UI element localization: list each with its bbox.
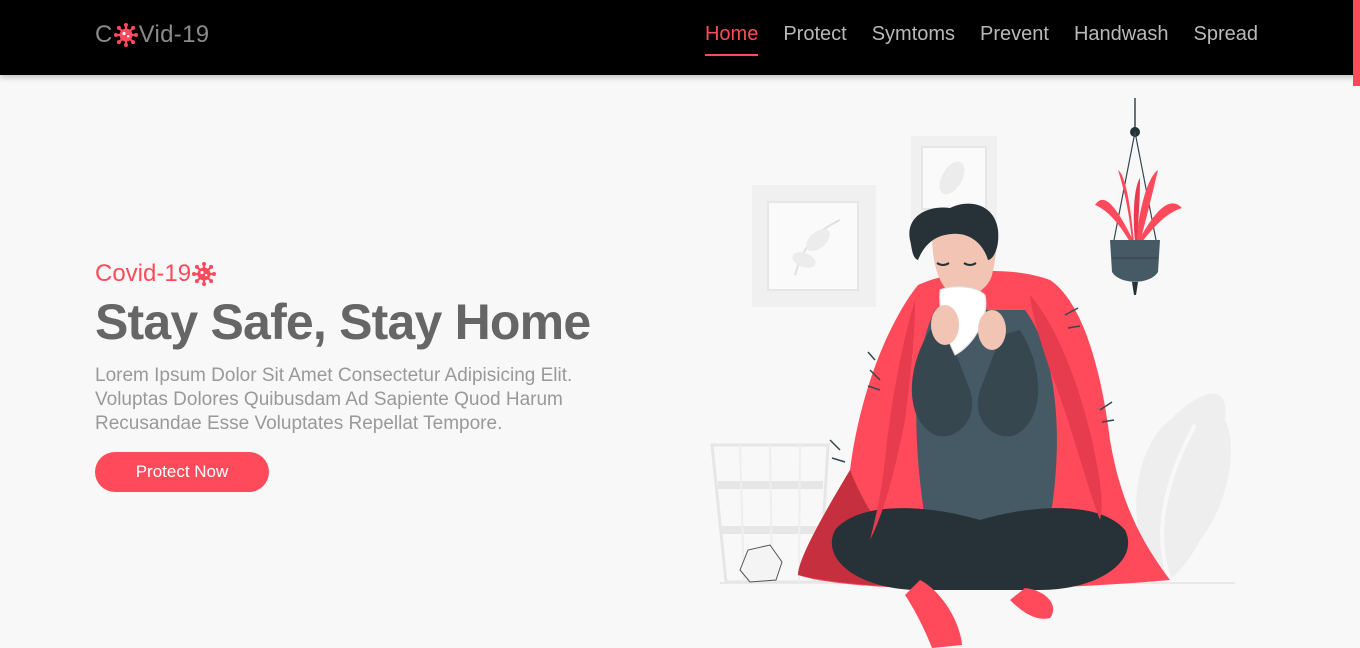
nav-spread-link[interactable]: Spread (1194, 23, 1259, 56)
hero-description: Lorem Ipsum Dolor Sit Amet Consectetur A… (95, 365, 573, 434)
virus-icon (192, 262, 217, 286)
site-logo[interactable]: C Vid-19 (95, 21, 209, 49)
logo-text-suffix: Vid-19 (138, 21, 210, 48)
main-nav: Home Protect Symtoms Prevent Handwash Sp… (704, 23, 1259, 56)
nav-prevent-link[interactable]: Prevent (980, 23, 1049, 56)
picture-frame-large (752, 185, 876, 307)
hanging-plant (1095, 98, 1182, 295)
nav-home-link[interactable]: Home (704, 23, 759, 56)
protect-now-button[interactable]: Protect Now (95, 452, 269, 492)
hero-section: Covid-19 Stay Safe, Stay Home Lorem Ipsu… (95, 260, 655, 492)
hero-title: Stay Safe, Stay Home (95, 294, 591, 350)
virus-icon (113, 23, 138, 47)
logo-text-prefix: C (95, 21, 113, 48)
scroll-indicator[interactable] (1353, 0, 1360, 86)
hero-eyebrow: Covid-19 (95, 260, 655, 288)
nav-protect-link[interactable]: Protect (783, 23, 846, 56)
nav-handwash-link[interactable]: Handwash (1074, 23, 1169, 56)
hero-eyebrow-text: Covid-19 (95, 260, 192, 287)
navbar: C Vid-19 Home Protect Symtoms Prevent Ha… (0, 0, 1360, 75)
nav-symtoms-link[interactable]: Symtoms (872, 23, 955, 56)
sick-man-illustration (710, 98, 1235, 648)
